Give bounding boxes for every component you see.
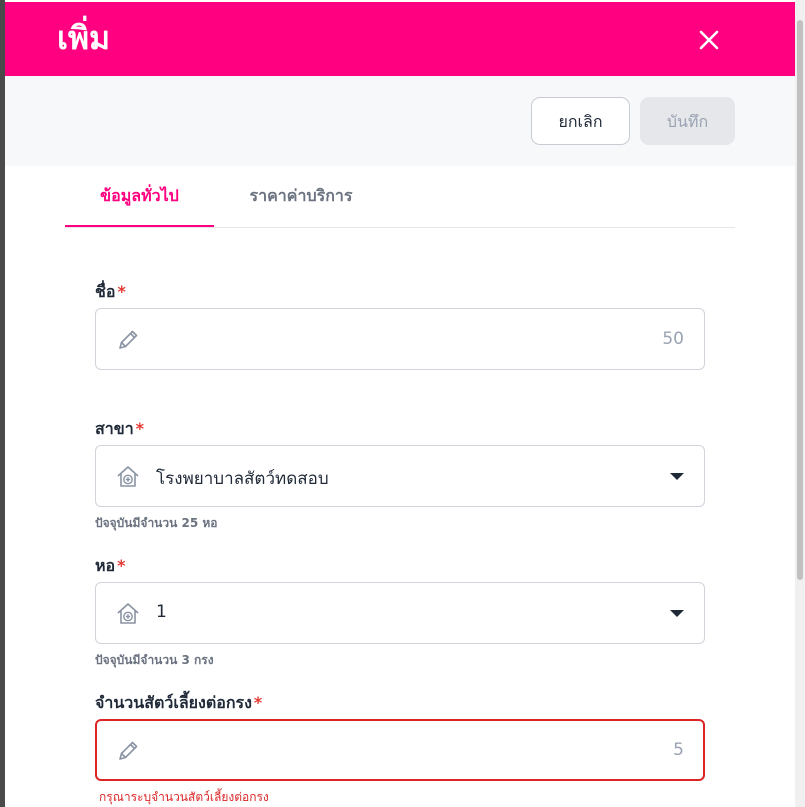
pets-per-cage-input[interactable]: 5 xyxy=(95,719,705,781)
branch-select[interactable]: โรงพยาบาลสัตว์ทดสอบ xyxy=(95,445,705,507)
required-mark: * xyxy=(117,556,126,575)
name-label: ชื่อ * xyxy=(95,280,126,305)
pets-per-cage-char-limit: 5 xyxy=(673,740,684,760)
branch-label-text: สาขา xyxy=(95,419,134,438)
close-icon xyxy=(699,30,719,50)
hospital-house-icon xyxy=(117,603,139,624)
name-input[interactable]: 50 xyxy=(95,308,705,370)
pets-per-cage-label: จำนวนสัตว์เลี้ยงต่อกรง * xyxy=(95,691,262,716)
pets-per-cage-label-text: จำนวนสัตว์เลี้ยงต่อกรง xyxy=(95,693,252,712)
pets-per-cage-error: กรุณาระบุจำนวนสัตว์เลี้ยงต่อกรง xyxy=(99,790,269,804)
scrollbar-thumb[interactable] xyxy=(797,20,803,580)
name-label-text: ชื่อ xyxy=(95,282,116,301)
required-mark: * xyxy=(253,693,263,712)
cancel-button[interactable]: ยกเลิก xyxy=(531,97,630,145)
add-modal: เพิ่ม ยกเลิก บันทึก ข้อมูลทั่วไป ราคาค่า… xyxy=(5,0,795,807)
ward-value: 1 xyxy=(156,602,167,622)
close-button[interactable] xyxy=(693,24,725,56)
ward-label-text: หอ xyxy=(95,556,116,575)
tab-bar: ข้อมูลทั่วไป ราคาค่าบริการ xyxy=(65,166,735,228)
chevron-down-icon xyxy=(670,610,684,617)
action-toolbar: ยกเลิก บันทึก xyxy=(5,76,795,166)
tab-general-info[interactable]: ข้อมูลทั่วไป xyxy=(65,166,214,227)
save-button[interactable]: บันทึก xyxy=(640,97,735,145)
branch-value: โรงพยาบาลสัตว์ทดสอบ xyxy=(156,469,329,489)
modal-title: เพิ่ม xyxy=(57,19,111,57)
branch-hint: ปัจจุบันมีจำนวน 25 หอ xyxy=(95,516,218,530)
modal-header: เพิ่ม xyxy=(5,2,795,76)
name-char-limit: 50 xyxy=(662,329,684,349)
pencil-icon xyxy=(119,741,138,760)
pencil-icon xyxy=(119,330,138,349)
ward-select[interactable]: 1 xyxy=(95,582,705,644)
branch-label: สาขา * xyxy=(95,417,144,442)
chevron-down-icon xyxy=(670,473,684,480)
tab-service-price[interactable]: ราคาค่าบริการ xyxy=(231,166,371,226)
hospital-house-icon xyxy=(117,466,139,487)
required-mark: * xyxy=(135,419,145,438)
ward-hint: ปัจจุบันมีจำนวน 3 กรง xyxy=(95,653,214,667)
required-mark: * xyxy=(117,282,126,301)
ward-label: หอ * xyxy=(95,554,126,579)
